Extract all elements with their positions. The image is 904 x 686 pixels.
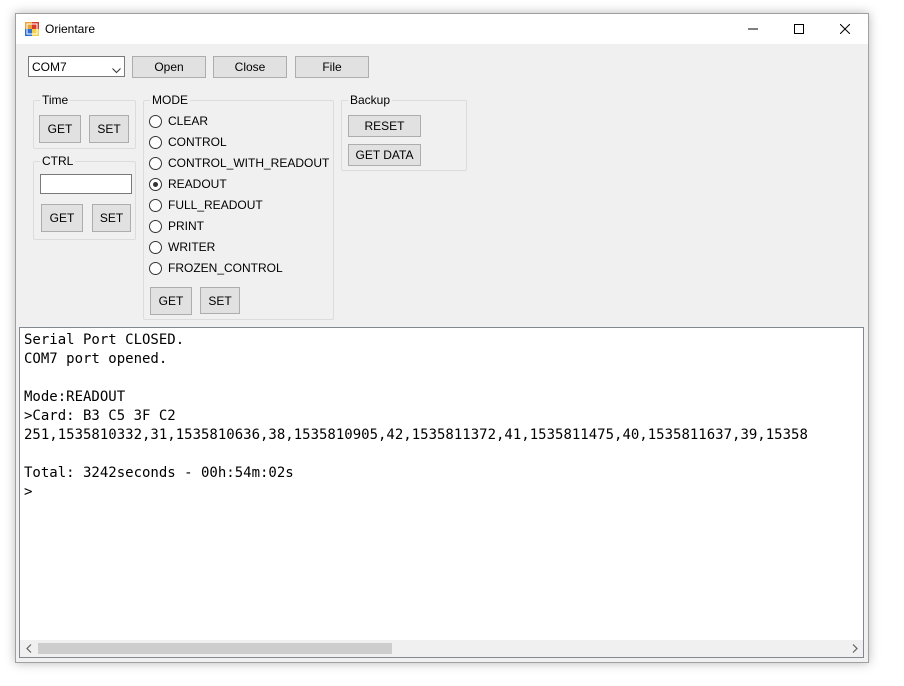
main-window: Orientare COM7 Open Close File Time GET … [15, 13, 869, 663]
radio-selected-dot [153, 182, 158, 187]
time-group: Time GET SET [33, 93, 136, 149]
close-window-button[interactable] [822, 14, 868, 44]
chevron-right-icon [852, 642, 858, 656]
radio-label: FULL_READOUT [168, 198, 263, 212]
reset-button[interactable]: RESET [348, 115, 421, 137]
mode-group-label: MODE [150, 93, 190, 107]
port-combobox-value: COM7 [32, 60, 67, 74]
backup-group-label: Backup [348, 93, 393, 107]
time-group-label: Time [40, 93, 71, 107]
radio-label: CONTROL_WITH_READOUT [168, 156, 330, 170]
backup-group: Backup RESET GET DATA [341, 93, 467, 171]
window-title: Orientare [45, 22, 96, 36]
radio-label: FROZEN_CONTROL [168, 261, 283, 275]
radio-label: PRINT [168, 219, 204, 233]
mode-set-button[interactable]: SET [200, 287, 240, 314]
radio-label: READOUT [168, 177, 227, 191]
scroll-right-button[interactable] [846, 640, 863, 657]
app-icon [25, 22, 39, 36]
mode-group: MODE CLEAR CONTROL CONTROL_WITH_READOUT … [143, 93, 334, 320]
radio-label: CONTROL [168, 135, 227, 149]
chevron-left-icon [25, 642, 32, 656]
minimize-button[interactable] [730, 14, 776, 44]
ctrl-group-label: CTRL [40, 154, 76, 168]
console-output[interactable]: Serial Port CLOSED. COM7 port opened. Mo… [19, 327, 864, 658]
scroll-left-button[interactable] [20, 640, 37, 657]
console-line: Mode:READOUT [24, 389, 126, 405]
scrollbar-thumb[interactable] [38, 643, 392, 654]
mode-get-button[interactable]: GET [150, 287, 192, 315]
radio-label: WRITER [168, 240, 216, 254]
ctrl-set-button[interactable]: SET [92, 204, 131, 232]
horizontal-scrollbar[interactable] [20, 640, 863, 657]
radio-label: CLEAR [168, 114, 209, 128]
ctrl-get-button[interactable]: GET [41, 204, 83, 232]
get-data-button[interactable]: GET DATA [348, 144, 421, 166]
maximize-icon [794, 24, 804, 34]
console-line: Serial Port CLOSED. [24, 332, 185, 348]
minimize-icon [748, 24, 758, 34]
open-button[interactable]: Open [132, 56, 206, 78]
maximize-button[interactable] [776, 14, 822, 44]
chevron-down-icon [112, 63, 121, 77]
time-get-button[interactable]: GET [39, 115, 81, 143]
console-line: > [24, 484, 33, 500]
ctrl-input[interactable] [40, 174, 132, 194]
ctrl-group: CTRL GET SET [33, 154, 136, 240]
console-line: Total: 3242seconds - 00h:54m:02s [24, 465, 294, 481]
file-button[interactable]: File [295, 56, 369, 78]
console-line: >Card: B3 C5 3F C2 [24, 408, 176, 424]
console-line: 251,1535810332,31,1535810636,38,15358109… [24, 427, 808, 443]
close-icon [840, 24, 850, 34]
close-button[interactable]: Close [213, 56, 287, 78]
time-set-button[interactable]: SET [89, 115, 129, 143]
port-combobox[interactable]: COM7 [28, 56, 125, 77]
console-line: COM7 port opened. [24, 351, 168, 367]
title-bar: Orientare [16, 14, 868, 44]
